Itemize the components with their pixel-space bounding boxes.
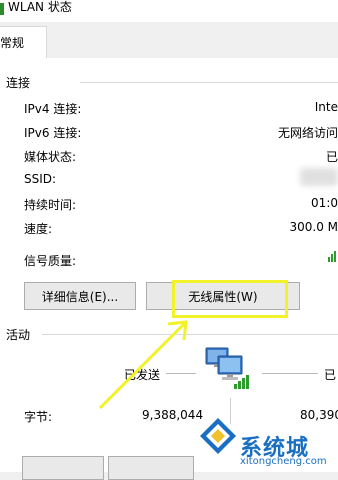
duration-label: 持续时间: — [24, 198, 77, 212]
media-status-value: 已 — [325, 150, 338, 164]
network-computers-icon — [205, 347, 249, 389]
speed-label: 速度: — [24, 222, 53, 236]
tab-general-label: 常规 — [0, 36, 25, 50]
signal-quality-label: 信号质量: — [24, 254, 77, 268]
bottom-button-right[interactable] — [108, 456, 194, 480]
bytes-label: 字节: — [24, 410, 53, 424]
activity-divider — [42, 334, 338, 335]
received-label: 已 — [324, 368, 337, 382]
connection-divider — [80, 82, 338, 83]
sent-label: 已发送 — [124, 368, 161, 382]
bytes-sent-value: 9,388,044 — [142, 408, 204, 422]
ipv6-label: IPv6 连接: — [24, 126, 82, 140]
window-title: WLAN 状态 — [8, 0, 72, 14]
sent-line — [166, 373, 196, 374]
ssid-label: SSID: — [24, 172, 57, 186]
ssid-value-blurred — [300, 168, 338, 186]
watermark-url: xitongcheng.com — [240, 456, 327, 467]
media-status-label: 媒体状态: — [24, 150, 77, 164]
details-button[interactable]: 详细信息(E)... — [24, 282, 136, 310]
wlan-icon — [0, 3, 4, 15]
bottom-button-left[interactable] — [22, 456, 104, 480]
watermark-logo-icon — [200, 418, 236, 454]
ipv6-value: 无网络访问 — [277, 126, 338, 140]
signal-bars-icon — [328, 251, 336, 262]
highlight-box — [172, 280, 288, 318]
received-line — [262, 373, 318, 374]
speed-value: 300.0 M — [289, 220, 338, 234]
activity-group-title: 活动 — [6, 328, 31, 342]
connection-group-title: 连接 — [6, 76, 31, 90]
bytes-received-value: 80,390 — [300, 408, 338, 422]
ipv4-value: Inte — [314, 100, 338, 114]
ipv4-label: IPv4 连接: — [24, 102, 82, 116]
tab-strip — [0, 22, 338, 59]
duration-value: 01:0 — [311, 196, 338, 210]
